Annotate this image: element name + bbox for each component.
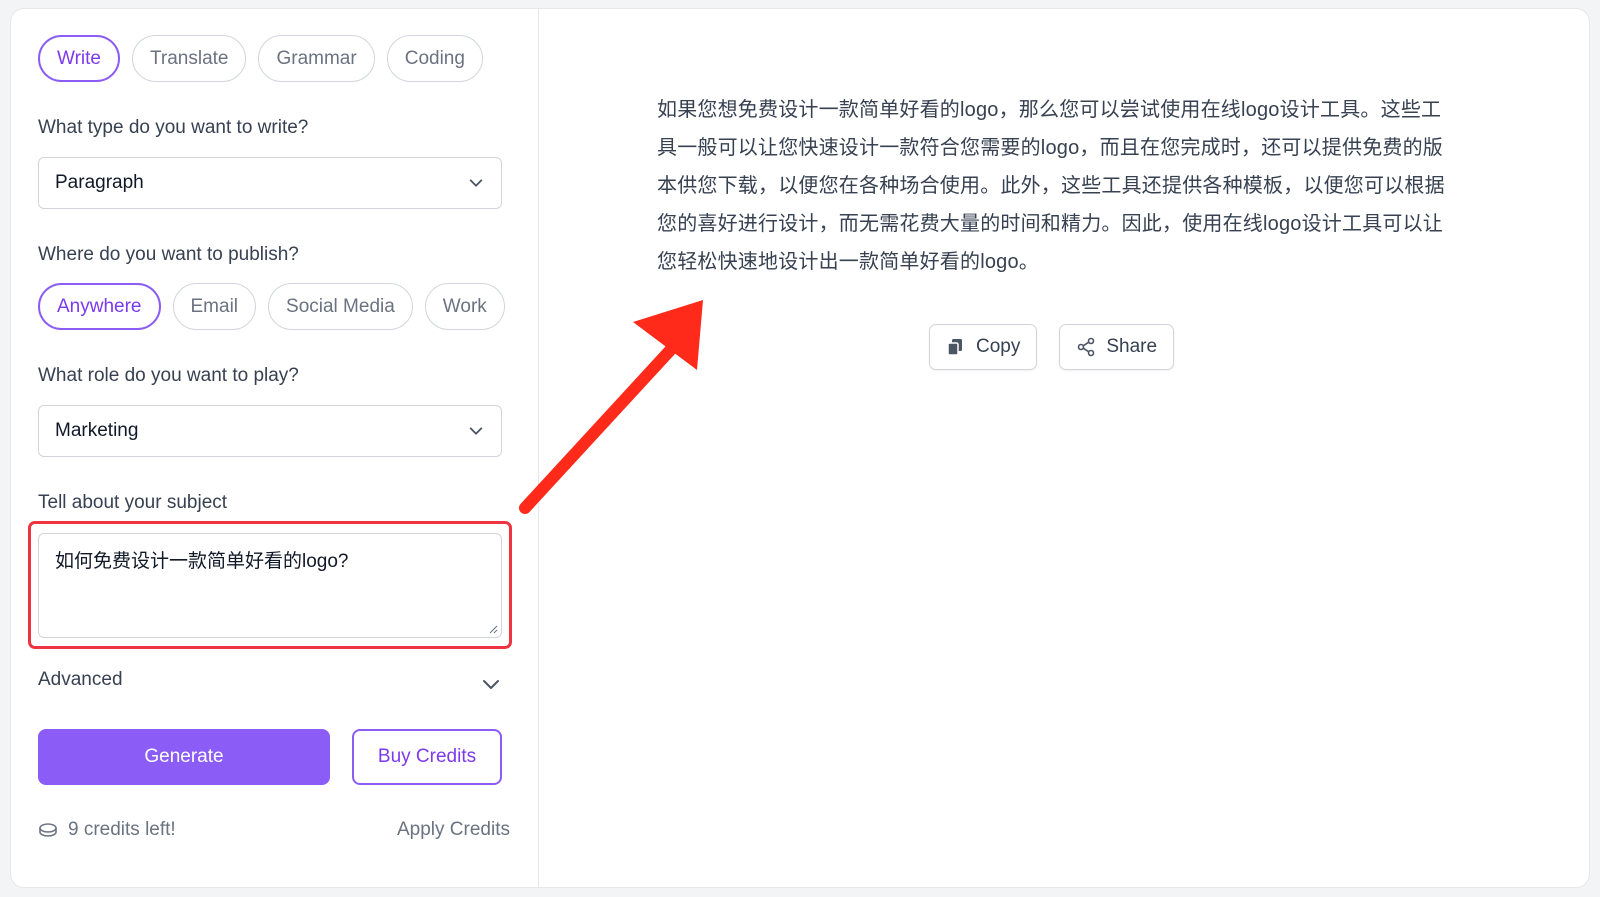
publish-option-work[interactable]: Work [424,283,505,330]
advanced-toggle[interactable]: Advanced [38,669,502,699]
type-label: What type do you want to write? [38,117,309,138]
type-select-value: Paragraph [55,172,144,193]
role-select-value: Marketing [55,420,139,441]
generate-button[interactable]: Generate [38,729,330,785]
tab-translate[interactable]: Translate [131,35,247,82]
chevron-down-icon [469,179,483,187]
subject-text: 如何免费设计一款简单好看的logo? [55,551,349,572]
generated-text: 如果您想免费设计一款简单好看的logo，那么您可以尝试使用在线logo设计工具。… [657,99,1445,273]
copy-button[interactable]: Copy [929,324,1038,370]
mode-tabs: Write Translate Grammar Coding [38,35,483,82]
resize-handle-icon[interactable] [488,624,498,634]
type-select[interactable]: Paragraph [38,157,502,209]
copy-label: Copy [976,336,1021,357]
publish-option-social-media[interactable]: Social Media [268,283,413,330]
advanced-label: Advanced [38,669,123,690]
subject-label: Tell about your subject [38,492,228,513]
role-label: What role do you want to play? [38,365,299,386]
chevron-down-icon [483,680,499,689]
output-actions: Copy Share [929,324,1175,370]
publish-option-anywhere[interactable]: Anywhere [38,283,161,330]
publish-option-email[interactable]: Email [172,283,257,330]
output-panel: 如果您想免费设计一款简单好看的logo，那么您可以尝试使用在线logo设计工具。… [539,9,1589,887]
tab-grammar[interactable]: Grammar [258,35,375,82]
credits-status: 9 credits left! [38,819,176,841]
publish-label: Where do you want to publish? [38,244,299,265]
settings-panel: Write Translate Grammar Coding What type… [11,9,539,887]
buy-credits-button[interactable]: Buy Credits [352,729,502,785]
share-icon [1078,337,1095,357]
share-label: Share [1106,336,1158,357]
role-select[interactable]: Marketing [38,405,502,457]
subject-textarea[interactable]: 如何免费设计一款简单好看的logo? [38,533,502,638]
apply-credits-link[interactable]: Apply Credits [397,819,510,841]
credits-left-text: 9 credits left! [68,819,176,840]
share-button[interactable]: Share [1059,324,1175,370]
app-card: Write Translate Grammar Coding What type… [10,8,1590,888]
publish-options: Anywhere Email Social Media Work [38,283,505,330]
coins-icon [39,823,57,837]
tab-coding[interactable]: Coding [386,35,483,82]
chevron-down-icon [469,427,483,435]
copy-icon [947,339,962,356]
tab-write[interactable]: Write [38,35,120,82]
